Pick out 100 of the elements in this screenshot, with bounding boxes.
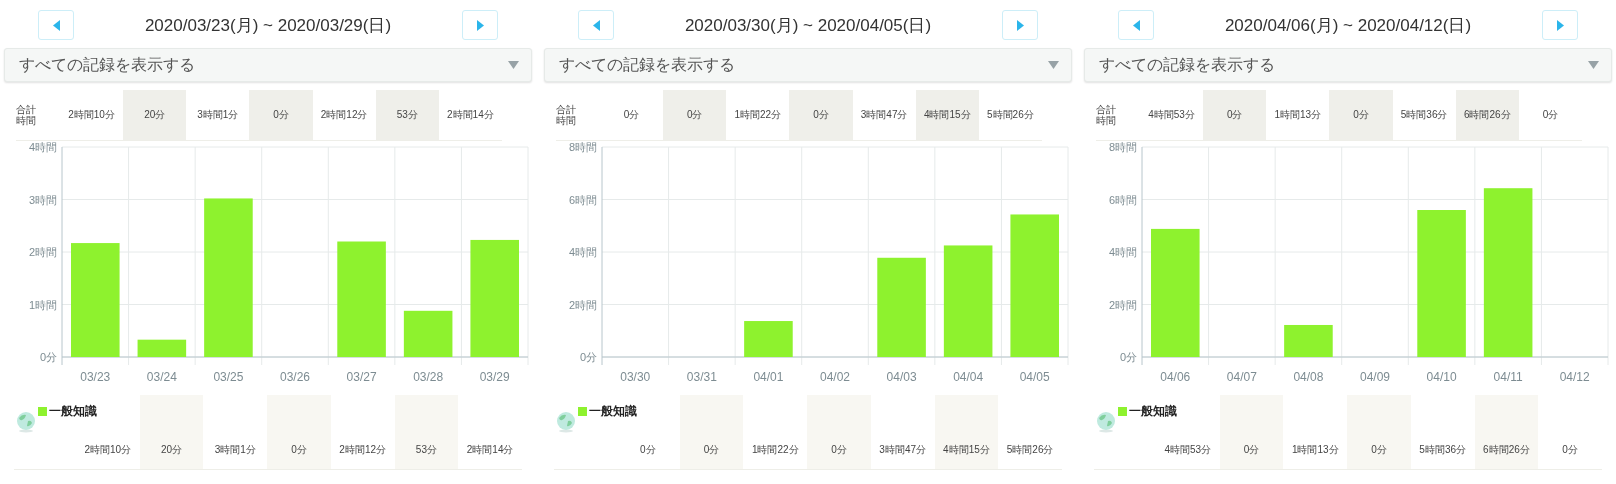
legend-label: 一般知識 <box>49 403 97 420</box>
total-time-cell: 4時間15分 <box>915 90 979 140</box>
total-time-cell-text: 1時間22分 <box>733 108 783 122</box>
y-tick-label: 8時間 <box>568 141 597 153</box>
y-tick-label: 0分 <box>1119 351 1137 363</box>
total-time-cell-text: 2時間10分 <box>67 108 116 122</box>
globe-icon <box>16 411 36 433</box>
total-time-cell-text: 0分 <box>1541 108 1560 122</box>
y-tick-label: 0分 <box>579 351 597 363</box>
total-time-cell: 0分 <box>1329 90 1393 140</box>
y-tick-label: 2時間 <box>568 298 597 311</box>
dropdown-caret-icon <box>1588 61 1599 69</box>
legend-label: 一般知識 <box>589 403 637 420</box>
x-tick-label: 03/28 <box>413 370 444 384</box>
next-week-button[interactable] <box>462 10 498 40</box>
date-range: 2020/03/30(月) ~ 2020/04/05(日) <box>684 14 932 37</box>
y-tick-label: 3時間 <box>28 193 57 206</box>
subject-time-cell: 0分 <box>831 443 847 457</box>
subject-time-cell: 1時間22分 <box>751 443 799 457</box>
globe-icon <box>1096 411 1116 433</box>
subject-time-cell: 1時間13分 <box>1291 443 1339 457</box>
total-time-cell-text: 2時間14分 <box>446 108 495 122</box>
subject-time-cell: 0分 <box>291 443 307 457</box>
x-tick-label: 03/23 <box>80 370 111 384</box>
subject-time-cell: 2時間12分 <box>339 443 387 457</box>
previous-week-button[interactable] <box>1118 10 1154 40</box>
total-time-cell: 0分 <box>789 90 853 140</box>
total-time-cell: 0分 <box>663 90 727 140</box>
legend-label: 一般知識 <box>1129 403 1177 420</box>
next-week-button[interactable] <box>1542 10 1578 40</box>
record-filter-dropdown[interactable]: すべての記録を表示する <box>544 48 1072 82</box>
left-triangle-icon <box>52 19 60 31</box>
subject-time-cell: 3時間47分 <box>879 443 927 457</box>
subject-time-cell: 6時間26分 <box>1483 443 1530 457</box>
x-tick-label: 04/11 <box>1493 370 1523 384</box>
previous-week-button[interactable] <box>578 10 614 40</box>
subject-time-cell: 4時間53分 <box>1164 443 1212 457</box>
total-time-label: 合計時間 <box>1096 104 1117 126</box>
subject-time-cell: 0分 <box>703 443 720 457</box>
y-tick-label: 4時間 <box>1108 246 1137 258</box>
y-tick-label: 8時間 <box>1108 141 1137 153</box>
subject-time-cell: 5時間36分 <box>1419 443 1467 457</box>
total-time-cell-text: 2時間12分 <box>319 108 369 122</box>
x-tick-label: 04/04 <box>953 370 984 384</box>
left-triangle-icon <box>592 19 600 31</box>
y-tick-label: 0分 <box>39 351 57 363</box>
total-time-cell-text: 5時間26分 <box>986 108 1035 122</box>
date-range: 2020/04/06(月) ~ 2020/04/12(日) <box>1224 14 1472 37</box>
total-time-cell-text: 0分 <box>622 108 641 122</box>
x-tick-label: 03/30 <box>620 370 651 384</box>
y-tick-label: 6時間 <box>568 193 597 206</box>
x-tick-label: 03/25 <box>213 370 244 384</box>
subject-time-cell: 0分 <box>1371 443 1387 457</box>
total-time-cell: 0分 <box>249 90 313 140</box>
x-tick-label: 03/24 <box>146 370 177 384</box>
subject-time-cell: 0分 <box>1243 443 1260 457</box>
x-tick-label: 03/29 <box>479 370 510 384</box>
date-range: 2020/03/23(月) ~ 2020/03/29(日) <box>144 14 392 37</box>
globe-icon <box>556 411 576 433</box>
y-tick-label: 2時間 <box>1108 298 1137 311</box>
x-tick-label: 04/07 <box>1226 370 1257 384</box>
total-time-label: 合計時間 <box>16 104 37 126</box>
subject-time-cell: 0分 <box>640 443 656 457</box>
total-time-cell-text: 3時間1分 <box>196 108 240 122</box>
subject-time-cell: 0分 <box>1562 443 1578 457</box>
record-filter-dropdown[interactable]: すべての記録を表示する <box>4 48 532 82</box>
y-tick-label: 2時間 <box>28 246 57 258</box>
subject-time-cell: 20分 <box>161 443 183 457</box>
x-tick-label: 04/09 <box>1360 370 1390 384</box>
y-tick-label: 6時間 <box>1108 193 1137 206</box>
next-week-button[interactable] <box>1002 10 1038 40</box>
total-time-cell: 20分 <box>123 90 187 140</box>
x-tick-label: 04/02 <box>820 370 850 384</box>
total-time-cell: 0分 <box>1203 90 1267 140</box>
subject-time-cell: 2時間14分 <box>466 443 514 457</box>
bar <box>744 321 793 357</box>
left-triangle-icon <box>1132 19 1140 31</box>
previous-week-button[interactable] <box>38 10 74 40</box>
y-tick-label: 4時間 <box>568 246 597 258</box>
total-time-cell-text: 1時間13分 <box>1273 108 1323 122</box>
x-tick-label: 04/06 <box>1160 370 1191 384</box>
x-tick-label: 03/27 <box>346 370 377 384</box>
right-triangle-icon <box>1016 19 1024 31</box>
x-tick-label: 03/26 <box>280 370 310 384</box>
dropdown-caret-icon <box>508 61 519 69</box>
x-tick-label: 04/01 <box>753 370 784 384</box>
subject-time-cell: 2時間10分 <box>84 443 132 457</box>
total-time-cell-text: 5時間36分 <box>1399 108 1449 122</box>
dropdown-caret-icon <box>1048 61 1059 69</box>
total-time-cell: 6時間26分 <box>1455 90 1519 140</box>
total-time-cell: 53分 <box>375 90 439 140</box>
bar <box>1284 325 1333 357</box>
subject-time-cell: 53分 <box>415 443 437 457</box>
right-triangle-icon <box>1556 19 1564 31</box>
right-triangle-icon <box>476 19 484 31</box>
subject-time-cell: 4時間15分 <box>943 443 990 457</box>
subject-time-cell: 3時間1分 <box>214 443 256 457</box>
record-filter-dropdown[interactable]: すべての記録を表示する <box>1084 48 1612 82</box>
total-time-label: 合計時間 <box>556 104 577 126</box>
x-tick-label: 04/12 <box>1559 370 1590 384</box>
